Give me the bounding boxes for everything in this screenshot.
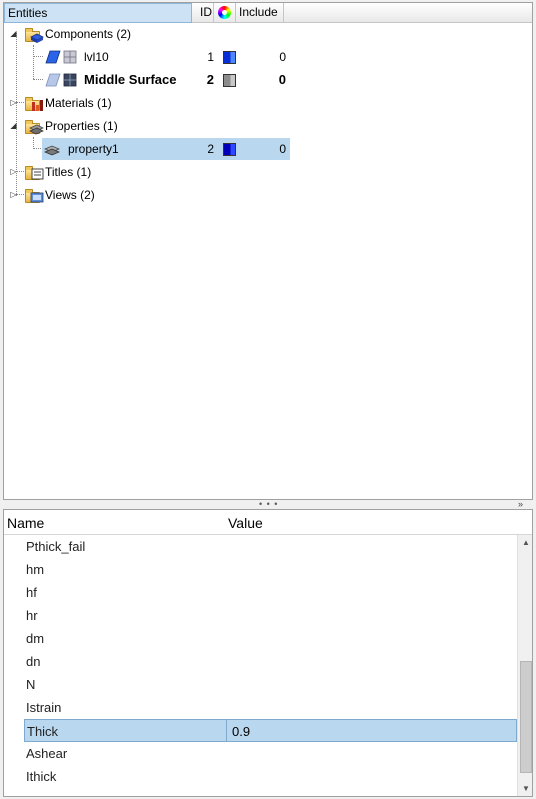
mesh-grid-icon bbox=[63, 50, 77, 64]
title-text-icon bbox=[31, 168, 44, 180]
entity-id: 1 bbox=[207, 50, 214, 64]
entity-tree-panel: Entities ID Include ◢ Components (2) lvl… bbox=[3, 2, 533, 500]
tree-node-label: Properties (1) bbox=[45, 119, 118, 133]
entity-color-swatch[interactable] bbox=[223, 143, 236, 156]
tree-node-lvl10[interactable]: lvl10 1 0 bbox=[4, 46, 532, 68]
header-filler bbox=[284, 3, 532, 23]
include-column-header[interactable]: Include bbox=[236, 3, 284, 23]
property-row[interactable]: N bbox=[24, 673, 517, 696]
property-row-selected[interactable]: Thick 0.9 bbox=[24, 719, 517, 742]
color-wheel-icon bbox=[218, 6, 231, 19]
panel-splitter[interactable]: • • • » bbox=[0, 500, 536, 509]
entity-color-swatch[interactable] bbox=[223, 51, 236, 64]
components-cube-icon bbox=[30, 33, 44, 43]
scroll-down-arrow-icon[interactable]: ▼ bbox=[518, 781, 532, 796]
property-row[interactable]: hm bbox=[24, 558, 517, 581]
value-column-header[interactable]: Value bbox=[228, 510, 263, 537]
tree-node-label: lvl10 bbox=[84, 50, 109, 64]
tree-node-property1[interactable]: property1 2 0 bbox=[4, 138, 532, 160]
mesh-grid-icon bbox=[63, 73, 77, 87]
property-name: dm bbox=[26, 631, 45, 646]
properties-stack-icon bbox=[29, 124, 44, 135]
tree-node-label: Materials (1) bbox=[45, 96, 112, 110]
component-shell-icon bbox=[45, 73, 61, 87]
entities-column-header[interactable]: Entities bbox=[4, 3, 192, 23]
property-name: hr bbox=[26, 608, 38, 623]
property-row[interactable]: hr bbox=[24, 604, 517, 627]
properties-header: Name Value bbox=[4, 510, 532, 537]
tree-header: Entities ID Include bbox=[4, 3, 532, 23]
tree-node-label: Components (2) bbox=[45, 27, 132, 41]
property-row[interactable]: Istrain bbox=[24, 696, 517, 719]
property-icon bbox=[44, 145, 60, 156]
property-row[interactable]: Ashear bbox=[24, 742, 517, 765]
property-name: Thick bbox=[27, 724, 59, 739]
scroll-up-arrow-icon[interactable]: ▲ bbox=[518, 535, 532, 551]
property-row[interactable]: dm bbox=[24, 627, 517, 650]
property-row[interactable]: Ithick bbox=[24, 765, 517, 788]
vertical-scrollbar[interactable]: ▲ ▼ bbox=[517, 535, 532, 796]
tree-node-materials[interactable]: ▷ Materials (1) bbox=[4, 92, 532, 114]
view-camera-icon bbox=[30, 192, 44, 203]
tree-node-properties[interactable]: ◢ Properties (1) bbox=[4, 115, 532, 137]
property-name: Pthick_fail bbox=[26, 539, 86, 554]
cell-divider bbox=[226, 720, 227, 741]
entity-id: 2 bbox=[207, 142, 214, 156]
tree-node-label: property1 bbox=[68, 142, 119, 156]
property-row[interactable]: Pthick_fail bbox=[24, 535, 517, 558]
entity-include: 0 bbox=[278, 72, 286, 87]
tree-node-label: Views (2) bbox=[45, 188, 95, 202]
property-name: N bbox=[26, 677, 36, 692]
color-column-header[interactable] bbox=[214, 3, 236, 23]
entity-color-swatch[interactable] bbox=[223, 74, 236, 87]
tree-node-components[interactable]: ◢ Components (2) bbox=[4, 23, 532, 45]
collapse-arrow-icon[interactable]: ◢ bbox=[9, 121, 18, 130]
entity-id: 2 bbox=[206, 72, 214, 87]
property-value-input[interactable]: 0.9 bbox=[232, 720, 250, 743]
tree-node-titles[interactable]: ▷ Titles (1) bbox=[4, 161, 532, 183]
entity-include: 0 bbox=[279, 50, 286, 64]
property-name: dn bbox=[26, 654, 41, 669]
expand-arrow-icon[interactable]: ▷ bbox=[9, 167, 18, 176]
scrollbar-thumb[interactable] bbox=[520, 661, 532, 773]
material-icon bbox=[32, 100, 43, 111]
property-name: Ithick bbox=[26, 769, 57, 784]
tree-node-middle-surface[interactable]: Middle Surface 2 0 bbox=[4, 69, 532, 91]
collapse-arrow-icon[interactable]: ◢ bbox=[9, 29, 18, 38]
tree-node-label: Titles (1) bbox=[45, 165, 92, 179]
component-shell-icon bbox=[45, 50, 61, 64]
property-row[interactable]: hf bbox=[24, 581, 517, 604]
property-name: Istrain bbox=[26, 700, 62, 715]
property-name: Ashear bbox=[26, 746, 68, 761]
property-name: hf bbox=[26, 585, 37, 600]
entity-include: 0 bbox=[279, 142, 286, 156]
name-column-header[interactable]: Name bbox=[7, 510, 44, 537]
property-name: hm bbox=[26, 562, 45, 577]
expand-arrow-icon[interactable]: ▷ bbox=[9, 98, 18, 107]
expand-arrow-icon[interactable]: ▷ bbox=[9, 190, 18, 199]
collapse-chevron-icon[interactable]: » bbox=[518, 500, 523, 509]
property-row[interactable]: dn bbox=[24, 650, 517, 673]
id-column-header[interactable]: ID bbox=[192, 3, 214, 23]
tree-node-label: Middle Surface bbox=[84, 72, 177, 87]
properties-panel: Name Value Pthick_fail hm hf hr dm dn N … bbox=[3, 509, 533, 797]
splitter-grip-icon[interactable]: • • • bbox=[259, 500, 278, 509]
tree-node-views[interactable]: ▷ Views (2) bbox=[4, 184, 532, 206]
